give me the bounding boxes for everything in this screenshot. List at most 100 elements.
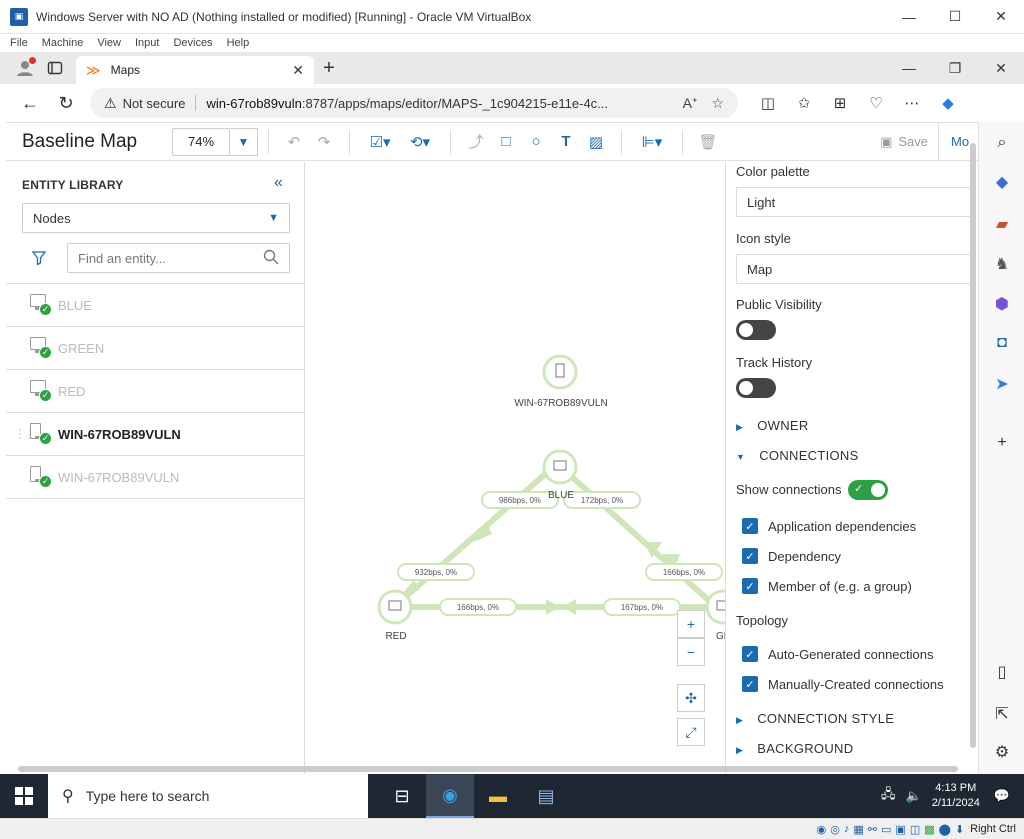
favorites-icon[interactable]: ✩ bbox=[786, 94, 822, 112]
favorite-star-icon[interactable]: ☆ bbox=[711, 95, 724, 112]
mouse-integration-icon[interactable]: ⬤ bbox=[939, 823, 951, 836]
file-explorer-icon[interactable]: ▬ bbox=[474, 774, 522, 818]
image-icon[interactable]: ▨ bbox=[581, 128, 611, 156]
audio-icon[interactable]: ♪ bbox=[844, 823, 850, 835]
send-icon[interactable]: ➤ bbox=[979, 374, 1024, 394]
menu-devices[interactable]: Devices bbox=[173, 37, 212, 49]
taskbar-search[interactable]: ⚲ Type here to search bbox=[48, 774, 368, 818]
save-button[interactable]: ▣ Save bbox=[880, 134, 928, 150]
task-view-icon[interactable]: ⊟ bbox=[378, 774, 426, 818]
owner-section[interactable]: ▶ OWNER bbox=[736, 418, 809, 433]
checkbox-icon[interactable]: ✓ bbox=[742, 646, 758, 662]
menu-machine[interactable]: Machine bbox=[42, 37, 84, 49]
more-menu-icon[interactable]: ⋯ bbox=[894, 94, 930, 112]
list-item[interactable]: ✓ WIN-67ROB89VULN bbox=[6, 456, 305, 499]
add-icon[interactable]: + bbox=[979, 434, 1024, 452]
checkbox-icon[interactable]: ✓ bbox=[742, 548, 758, 564]
collections-icon[interactable]: ⊞ bbox=[822, 94, 858, 112]
text-icon[interactable]: T bbox=[551, 128, 581, 156]
close-icon[interactable]: ✕ bbox=[978, 0, 1024, 34]
search-icon[interactable]: ⌕ bbox=[979, 134, 1024, 152]
zoom-out-button[interactable]: − bbox=[677, 638, 705, 666]
background-section[interactable]: ▶ BACKGROUND bbox=[736, 741, 853, 756]
align-icon[interactable]: ⊫▾ bbox=[632, 128, 672, 156]
entity-search-input[interactable] bbox=[78, 250, 263, 266]
checkbox-icon[interactable]: ✓ bbox=[742, 578, 758, 594]
games-icon[interactable]: ♞ bbox=[979, 254, 1024, 274]
browser-restore-icon[interactable]: ❐ bbox=[932, 51, 978, 85]
browser-close-icon[interactable]: ✕ bbox=[978, 51, 1024, 85]
track-history-toggle[interactable] bbox=[736, 378, 776, 398]
undo-icon[interactable]: ↶ bbox=[279, 128, 309, 156]
entity-search[interactable] bbox=[67, 243, 290, 273]
office-icon[interactable]: ⬢ bbox=[979, 294, 1024, 314]
circle-icon[interactable]: ○ bbox=[521, 128, 551, 156]
split-screen-icon[interactable]: ◫ bbox=[750, 94, 786, 112]
list-item[interactable]: ✓ RED bbox=[6, 370, 305, 413]
settings-gear-icon[interactable]: ⚙ bbox=[979, 742, 1024, 762]
optical-drive-icon[interactable]: ◎ bbox=[830, 823, 840, 836]
collapse-icon[interactable]: « bbox=[274, 174, 283, 192]
read-aloud-icon[interactable]: Aᐩ bbox=[683, 95, 698, 112]
checkbox-icon[interactable]: ✓ bbox=[742, 676, 758, 692]
tools-icon[interactable]: ▰ bbox=[979, 214, 1024, 234]
redo-icon[interactable]: ↷ bbox=[309, 128, 339, 156]
color-palette-select[interactable]: Light bbox=[736, 187, 976, 217]
map-canvas[interactable]: 986bps, 0% 172bps, 0% 932bps, 0% 166bps,… bbox=[306, 162, 725, 774]
menu-view[interactable]: View bbox=[97, 37, 121, 49]
menu-help[interactable]: Help bbox=[227, 37, 250, 49]
filter-icon[interactable] bbox=[31, 251, 47, 270]
url-field[interactable]: ⚠ Not secure win-67rob89vuln:8787/apps/m… bbox=[90, 88, 738, 118]
expand-icon[interactable]: ⤢ bbox=[677, 718, 705, 746]
list-item[interactable]: ⋮⋮ ✓ WIN-67ROB89VULN bbox=[6, 413, 305, 456]
clock[interactable]: 4:13 PM 2/11/2024 bbox=[932, 781, 980, 811]
layout-tool-icon[interactable]: ⟲▾ bbox=[400, 128, 440, 156]
browser-minimize-icon[interactable]: — bbox=[886, 51, 932, 85]
zoom-level-field[interactable]: 74% bbox=[172, 127, 230, 156]
icon-style-select[interactable]: Map bbox=[736, 254, 976, 284]
network-icon[interactable]: 🖧 bbox=[881, 785, 896, 807]
keyboard-icon[interactable]: ⬇ bbox=[955, 823, 964, 836]
checkbox-manually-created[interactable]: ✓ Manually-Created connections bbox=[742, 676, 944, 692]
trash-icon[interactable]: 🗑 bbox=[693, 128, 723, 156]
fit-to-screen-icon[interactable]: ✣ bbox=[677, 684, 705, 712]
checkbox-application-dependencies[interactable]: ✓ Application dependencies bbox=[742, 518, 916, 534]
connection-style-section[interactable]: ▶ CONNECTION STYLE bbox=[736, 711, 894, 726]
zoom-dropdown-icon[interactable]: ▼ bbox=[230, 127, 258, 156]
list-item[interactable]: ✓ BLUE bbox=[6, 284, 305, 327]
refresh-icon[interactable]: ↻ bbox=[48, 85, 84, 121]
start-button[interactable] bbox=[0, 774, 48, 818]
rectangle-icon[interactable]: □ bbox=[491, 128, 521, 156]
checkbox-dependency[interactable]: ✓ Dependency bbox=[742, 548, 841, 564]
checkbox-member-of[interactable]: ✓ Member of (e.g. a group) bbox=[742, 578, 912, 594]
connector-icon[interactable]: ⤴ bbox=[461, 128, 491, 156]
menu-input[interactable]: Input bbox=[135, 37, 159, 49]
volume-muted-icon[interactable]: 🔈 bbox=[906, 788, 922, 804]
entity-type-select[interactable]: Nodes ▼ bbox=[22, 203, 290, 233]
edge-taskbar-icon[interactable]: ◉ bbox=[426, 774, 474, 818]
public-visibility-toggle[interactable] bbox=[736, 320, 776, 340]
new-tab-icon[interactable]: + bbox=[314, 53, 344, 83]
cpu-icon[interactable]: ▩ bbox=[924, 823, 934, 836]
recording-icon[interactable]: ◫ bbox=[910, 823, 920, 836]
browser-essentials-icon[interactable]: ♡ bbox=[858, 94, 894, 112]
list-item[interactable]: ✓ GREEN bbox=[6, 327, 305, 370]
zoom-in-button[interactable]: + bbox=[677, 610, 705, 638]
external-link-icon[interactable]: ⇱ bbox=[979, 704, 1024, 724]
tab-maps[interactable]: ≫ Maps ✕ bbox=[76, 56, 314, 84]
vertical-scrollbar[interactable] bbox=[970, 143, 976, 748]
profile-icon[interactable] bbox=[10, 53, 40, 83]
horizontal-scrollbar[interactable] bbox=[18, 766, 958, 772]
back-icon[interactable]: ← bbox=[12, 85, 48, 121]
hdd-icon[interactable]: ◉ bbox=[817, 823, 827, 836]
show-connections-toggle[interactable]: ✓ bbox=[848, 480, 888, 500]
shared-folders-icon[interactable]: ▭ bbox=[881, 823, 891, 836]
usb-icon[interactable]: ⚯ bbox=[868, 823, 877, 836]
sidebar-layout-icon[interactable]: ▯ bbox=[979, 662, 1024, 682]
connections-section[interactable]: ▼ CONNECTIONS bbox=[736, 448, 859, 463]
outlook-icon[interactable]: ◘ bbox=[979, 334, 1024, 352]
minimize-icon[interactable]: — bbox=[886, 0, 932, 34]
select-tool-icon[interactable]: ☑▾ bbox=[360, 128, 400, 156]
checkbox-auto-generated[interactable]: ✓ Auto-Generated connections bbox=[742, 646, 934, 662]
network-adapter-icon[interactable]: ▦ bbox=[853, 823, 863, 836]
